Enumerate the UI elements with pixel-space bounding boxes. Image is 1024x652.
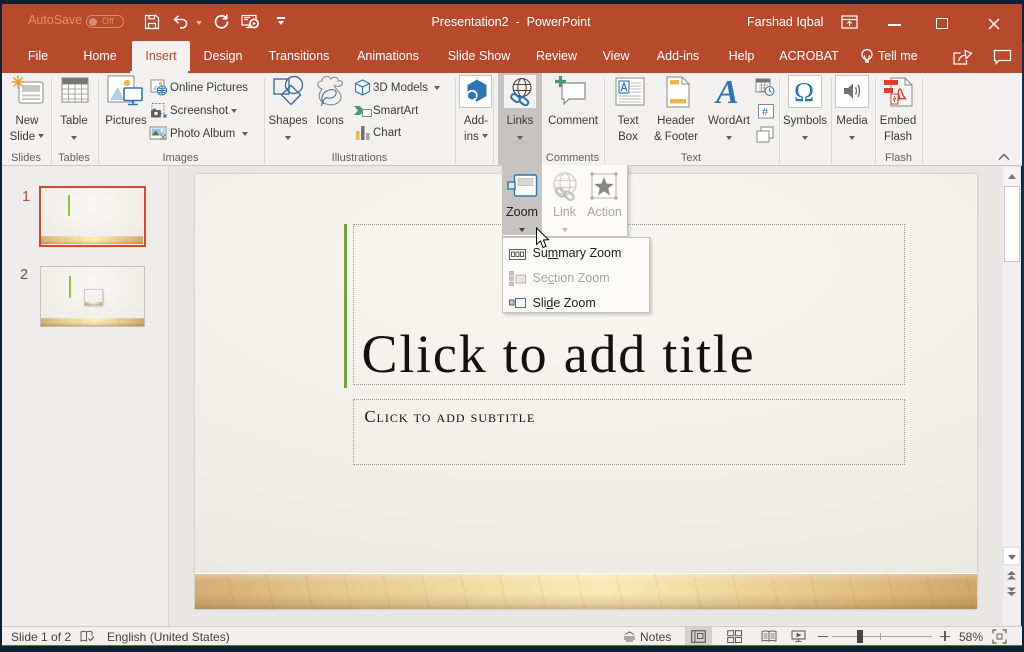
svg-text:A: A <box>714 75 739 109</box>
svg-text:Ω: Ω <box>794 77 814 107</box>
svg-text:#: # <box>762 107 769 119</box>
